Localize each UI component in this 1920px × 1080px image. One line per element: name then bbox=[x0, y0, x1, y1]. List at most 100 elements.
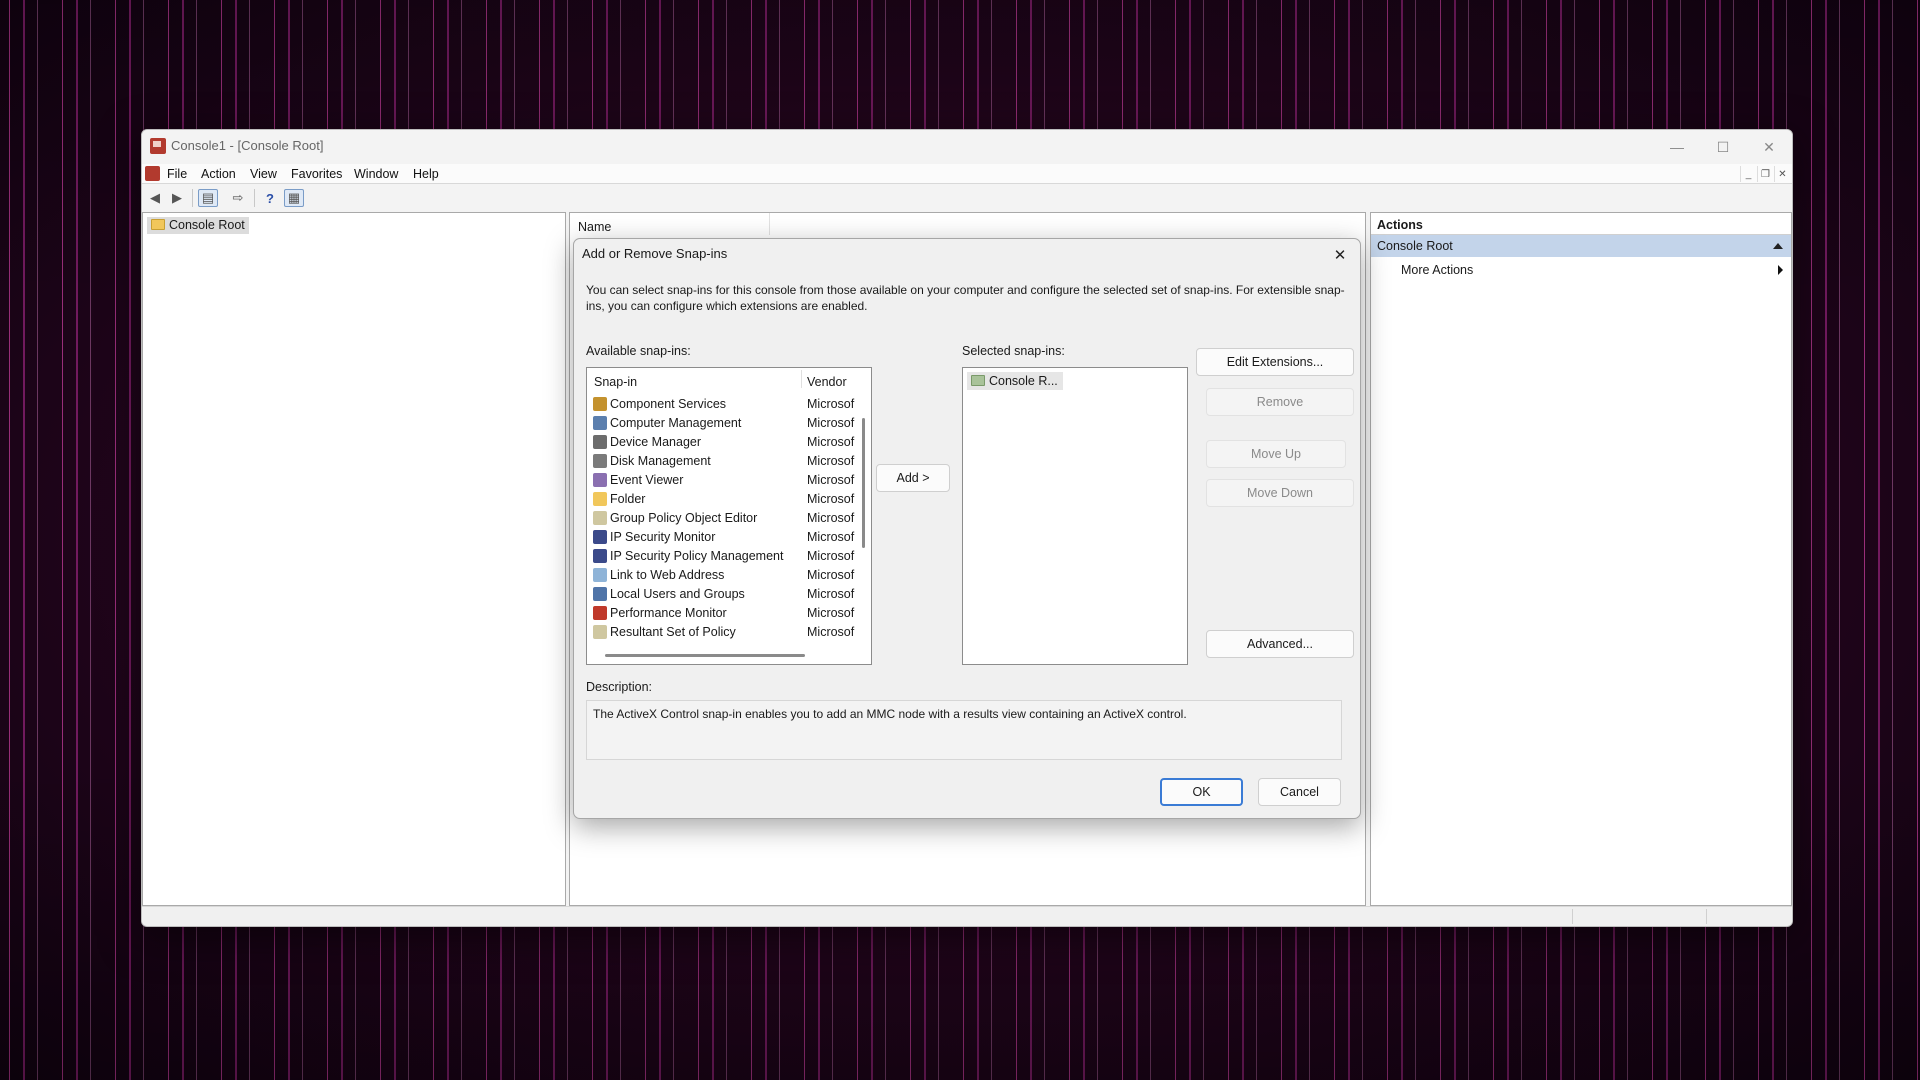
menu-favorites[interactable]: Favorites bbox=[291, 167, 342, 181]
users-groups-icon bbox=[593, 587, 607, 601]
show-hide-tree-icon[interactable]: ▤ bbox=[198, 189, 218, 207]
show-hide-action-pane-icon[interactable]: ▦ bbox=[284, 189, 304, 207]
dialog-intro-text: You can select snap-ins for this console… bbox=[586, 283, 1345, 313]
available-snapins-list[interactable]: Snap-in Vendor Component Services Microso… bbox=[586, 367, 872, 665]
device-manager-icon bbox=[593, 435, 607, 449]
menu-help[interactable]: Help bbox=[413, 167, 439, 181]
column-header-name[interactable]: Name bbox=[570, 213, 770, 235]
menu-window[interactable]: Window bbox=[354, 167, 398, 181]
collapse-up-icon[interactable] bbox=[1773, 243, 1783, 249]
snapin-vendor: Microsof bbox=[807, 625, 855, 639]
snapin-name: Device Manager bbox=[610, 435, 702, 449]
list-header: Snap-in Vendor bbox=[587, 368, 871, 390]
ok-button[interactable]: OK bbox=[1160, 778, 1243, 806]
menu-bar: File Action View Favorites Window Help _… bbox=[142, 164, 1792, 184]
tree-item-console-root[interactable]: Console Root bbox=[147, 217, 249, 234]
snapin-vendor: Microsof bbox=[807, 549, 855, 563]
submenu-arrow-icon bbox=[1778, 265, 1783, 275]
snapin-row[interactable]: Component Services Microsof bbox=[587, 395, 857, 414]
snapin-vendor: Microsof bbox=[807, 416, 855, 430]
toolbar: ◀ ▶ ▤ ⇨ ? ▦ bbox=[142, 185, 1792, 211]
snapin-row[interactable]: Disk Management Microsof bbox=[587, 452, 857, 471]
folder-icon bbox=[971, 375, 985, 386]
computer-management-icon bbox=[593, 416, 607, 430]
advanced-button[interactable]: Advanced... bbox=[1206, 630, 1354, 658]
snapin-vendor: Microsof bbox=[807, 473, 855, 487]
snapin-row[interactable]: Group Policy Object Editor Microsof bbox=[587, 509, 857, 528]
add-button[interactable]: Add > bbox=[876, 464, 950, 492]
actions-pane: Actions Console Root More Actions bbox=[1370, 212, 1792, 906]
close-window-button[interactable]: ✕ bbox=[1746, 130, 1792, 164]
column-divider[interactable] bbox=[801, 370, 802, 388]
component-services-icon bbox=[593, 397, 607, 411]
web-link-icon bbox=[593, 568, 607, 582]
mdi-close-button[interactable]: ✕ bbox=[1774, 166, 1790, 182]
event-viewer-icon bbox=[593, 473, 607, 487]
back-arrow-icon[interactable]: ◀ bbox=[145, 189, 165, 207]
performance-monitor-icon bbox=[593, 606, 607, 620]
snapin-name: Resultant Set of Policy bbox=[610, 625, 736, 639]
snapin-vendor: Microsof bbox=[807, 435, 855, 449]
snapin-row[interactable]: IP Security Monitor Microsof bbox=[587, 528, 857, 547]
snapin-name: Local Users and Groups bbox=[610, 587, 745, 601]
ip-security-policy-icon bbox=[593, 549, 607, 563]
column-header-snapin[interactable]: Snap-in bbox=[594, 375, 637, 389]
toolbar-separator bbox=[254, 189, 255, 207]
minimize-button[interactable]: — bbox=[1654, 130, 1700, 164]
edit-extensions-button[interactable]: Edit Extensions... bbox=[1196, 348, 1354, 376]
snapin-name: Folder bbox=[610, 492, 646, 506]
cancel-button[interactable]: Cancel bbox=[1258, 778, 1341, 806]
selected-snapin-label: Console R... bbox=[989, 374, 1058, 388]
mdi-restore-button[interactable]: ❐ bbox=[1757, 166, 1773, 182]
snapin-row[interactable]: Computer Management Microsof bbox=[587, 414, 857, 433]
snapin-row[interactable]: Folder Microsof bbox=[587, 490, 857, 509]
horizontal-scrollbar[interactable] bbox=[605, 654, 805, 657]
menu-file[interactable]: File bbox=[167, 167, 187, 181]
resultant-policy-icon bbox=[593, 625, 607, 639]
snapin-vendor: Microsof bbox=[807, 454, 855, 468]
console-menu-icon[interactable] bbox=[145, 166, 160, 181]
more-actions-label: More Actions bbox=[1401, 263, 1474, 277]
selected-snapin-console-root[interactable]: Console R... bbox=[967, 372, 1063, 390]
snapin-name: Performance Monitor bbox=[610, 606, 727, 620]
mdi-minimize-button[interactable]: _ bbox=[1740, 166, 1756, 182]
snapin-row[interactable]: Link to Web Address Microsof bbox=[587, 566, 857, 585]
menu-view[interactable]: View bbox=[250, 167, 277, 181]
selected-snapins-list[interactable]: Console R... bbox=[962, 367, 1188, 665]
snapin-row[interactable]: Device Manager Microsof bbox=[587, 433, 857, 452]
snapin-name: Group Policy Object Editor bbox=[610, 511, 758, 525]
snapin-row[interactable]: Local Users and Groups Microsof bbox=[587, 585, 857, 604]
ip-security-monitor-icon bbox=[593, 530, 607, 544]
window-title: Console1 - [Console Root] bbox=[171, 138, 324, 153]
actions-section-label: Console Root bbox=[1377, 239, 1453, 253]
move-up-button[interactable]: Move Up bbox=[1206, 440, 1346, 468]
snapin-name: Computer Management bbox=[610, 416, 742, 430]
forward-arrow-icon[interactable]: ▶ bbox=[167, 189, 187, 207]
actions-section-console-root[interactable]: Console Root bbox=[1371, 235, 1791, 257]
snapin-row[interactable]: Performance Monitor Microsof bbox=[587, 604, 857, 623]
status-separator bbox=[1706, 909, 1707, 924]
console-tree-pane: Console Root bbox=[142, 212, 566, 906]
more-actions-item[interactable]: More Actions bbox=[1371, 257, 1791, 283]
snapin-row[interactable]: Resultant Set of Policy Microsof bbox=[587, 623, 857, 642]
tree-item-label: Console Root bbox=[169, 218, 245, 232]
close-dialog-icon[interactable]: ✕ bbox=[1320, 239, 1360, 270]
title-bar: Console1 - [Console Root] — ☐ ✕ bbox=[142, 130, 1792, 164]
selected-snapins-label: Selected snap-ins: bbox=[962, 344, 1065, 358]
folder-icon bbox=[151, 219, 165, 230]
vertical-scrollbar[interactable] bbox=[862, 418, 865, 548]
snapin-name: Component Services bbox=[610, 397, 727, 411]
export-list-icon[interactable]: ⇨ bbox=[228, 189, 248, 207]
menu-action[interactable]: Action bbox=[201, 167, 236, 181]
help-icon[interactable]: ? bbox=[260, 189, 280, 207]
column-header-vendor[interactable]: Vendor bbox=[807, 375, 847, 389]
snapin-row[interactable]: IP Security Policy Management Microsof bbox=[587, 547, 857, 566]
snapin-name: Event Viewer bbox=[610, 473, 684, 487]
add-remove-snapins-dialog: Add or Remove Snap-ins ✕ You can select … bbox=[573, 238, 1361, 819]
description-box: The ActiveX Control snap-in enables you … bbox=[586, 700, 1342, 760]
move-down-button[interactable]: Move Down bbox=[1206, 479, 1354, 507]
group-policy-icon bbox=[593, 511, 607, 525]
snapin-row[interactable]: Event Viewer Microsof bbox=[587, 471, 857, 490]
maximize-button[interactable]: ☐ bbox=[1700, 130, 1746, 164]
remove-button[interactable]: Remove bbox=[1206, 388, 1354, 416]
